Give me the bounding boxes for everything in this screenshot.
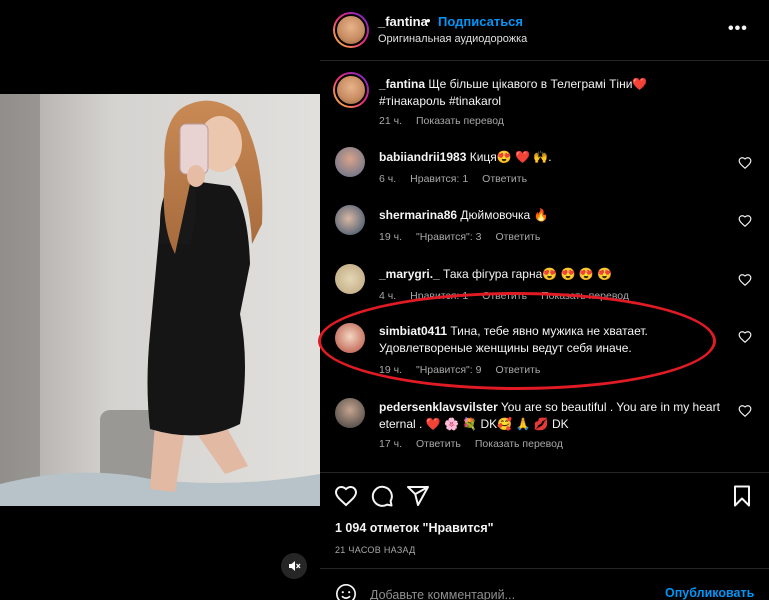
reel-media-panel [0,0,320,600]
comment-body: Така фігура гарна😍 😍 😍 😍 [439,267,613,281]
author-avatar[interactable] [333,12,369,48]
comment-body: Киця😍 ❤️ 🙌. [466,150,552,164]
comment-body: Дюймовочка 🔥 [457,208,549,222]
comment-username[interactable]: _marygri._ [379,267,440,281]
comment-bubble-icon[interactable] [370,484,394,508]
comment-username[interactable]: babiiandrii1983 [379,150,466,164]
comment-username[interactable]: simbiat0411 [379,324,447,338]
comment-text: _marygri._ Така фігура гарна😍 😍 😍 😍 [379,266,724,283]
video-still-illustration [0,94,320,506]
comment-likes[interactable]: "Нравится": 3 [416,231,481,243]
comment-translate-link[interactable]: Показать перевод [541,290,629,302]
caption-hashtags[interactable]: #тінакароль #tinakarol [379,94,501,108]
commenter-avatar[interactable] [335,398,365,428]
caption-text-block: _fantina Ще більше цікавого в Телеграмі … [379,76,724,110]
comment-meta: 6 ч. Нравится: 1 Ответить [379,173,541,185]
commenter-avatar[interactable] [335,205,365,235]
comment-time[interactable]: 19 ч. [379,364,402,376]
comment-time[interactable]: 19 ч. [379,231,402,243]
comment-likes[interactable]: "Нравится": 9 [416,364,481,376]
comment-username[interactable]: shermarina86 [379,208,457,222]
caption-translate-link[interactable]: Показать перевод [416,115,504,127]
comment-text: simbiat0411 Тина, тебе явно мужика не хв… [379,323,724,357]
audio-track-link[interactable]: Оригинальная аудиодорожка [378,33,527,45]
comment-text: babiiandrii1983 Киця😍 ❤️ 🙌. [379,149,724,166]
comment-like-heart-icon[interactable] [738,214,752,228]
comment-likes[interactable]: Нравится: 1 [410,290,468,302]
comment-translate-link[interactable]: Показать перевод [475,438,563,450]
header-separator-dot: • [426,13,431,28]
comment-reply-button[interactable]: Ответить [495,231,540,243]
post-time-ago[interactable]: 21 ЧАСОВ НАЗАД [335,545,416,555]
author-username[interactable]: _fantina [378,14,428,29]
speaker-muted-icon [289,561,301,571]
comment-like-heart-icon[interactable] [738,156,752,170]
post-details-panel: _fantina • Подписаться Оригинальная ауди… [320,0,769,600]
add-comment-input[interactable] [370,586,650,600]
actions-divider [320,472,769,473]
comment-likes[interactable]: Нравится: 1 [410,173,468,185]
post-header: _fantina • Подписаться Оригинальная ауди… [320,0,769,61]
comment-meta: 19 ч. "Нравится": 3 Ответить [379,231,554,243]
caption-author-avatar[interactable] [333,72,369,108]
commenter-avatar[interactable] [335,147,365,177]
reel-video-frame[interactable] [0,94,320,506]
likes-count[interactable]: 1 094 отметок "Нравится" [335,521,494,535]
comment-text: pedersenklavsvilster You are so beautifu… [379,399,724,433]
commenter-avatar[interactable] [335,264,365,294]
comment-like-heart-icon[interactable] [738,330,752,344]
commenter-avatar[interactable] [335,323,365,353]
mute-button[interactable] [281,553,307,579]
caption-username[interactable]: _fantina [379,77,425,91]
comment-time[interactable]: 4 ч. [379,290,396,302]
comment-meta: 4 ч. Нравится: 1 Ответить Показать перевод [379,290,643,302]
comment-text: shermarina86 Дюймовочка 🔥 [379,207,724,224]
more-options-button[interactable]: ••• [728,20,748,38]
publish-button[interactable]: Опубликовать [665,586,754,600]
comment-reply-button[interactable]: Ответить [482,290,527,302]
comment-time[interactable]: 17 ч. [379,438,402,450]
share-paper-plane-icon[interactable] [406,484,430,508]
follow-button[interactable]: Подписаться [438,14,523,29]
comment-reply-button[interactable]: Ответить [495,364,540,376]
comment-like-heart-icon[interactable] [738,273,752,287]
like-heart-icon[interactable] [334,484,358,508]
add-comment-divider [320,568,769,569]
comment-meta: 19 ч. "Нравится": 9 Ответить [379,364,554,376]
caption-time[interactable]: 21 ч. [379,115,402,127]
comment-reply-button[interactable]: Ответить [416,438,461,450]
comment-username[interactable]: pedersenklavsvilster [379,400,498,414]
caption-meta: 21 ч. Показать перевод [379,115,518,127]
save-bookmark-icon[interactable] [730,484,754,508]
comment-like-heart-icon[interactable] [738,404,752,418]
comment-time[interactable]: 6 ч. [379,173,396,185]
comment-reply-button[interactable]: Ответить [482,173,527,185]
emoji-smiley-icon[interactable] [335,583,357,600]
comment-meta: 17 ч. Ответить Показать перевод [379,438,577,450]
caption-body: Ще більше цікавого в Телеграмі Тіни❤️ [425,77,648,91]
